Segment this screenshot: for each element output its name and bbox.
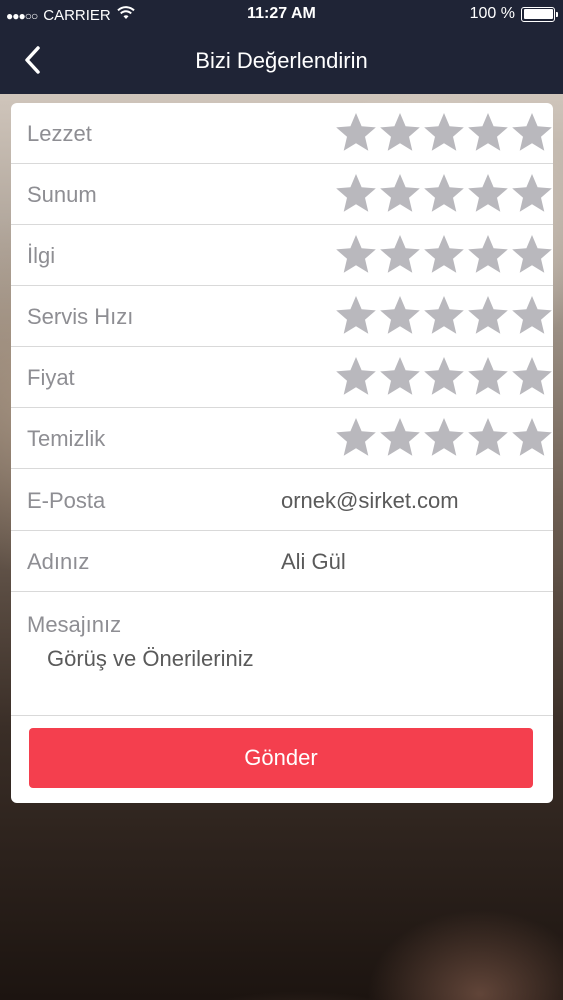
email-row[interactable]: E-Posta ornek@sirket.com [11,470,553,531]
name-field[interactable]: Ali Gül [281,549,346,575]
star-icon[interactable] [510,353,553,399]
star-icon[interactable] [422,414,466,460]
battery-percentage: 100 % [469,5,515,22]
star-icon[interactable] [422,170,466,216]
email-label: E-Posta [27,488,106,513]
star-rating[interactable] [334,292,553,340]
name-label: Adınız [27,549,90,574]
star-rating[interactable] [334,231,553,279]
star-icon[interactable] [510,292,553,338]
page-title: Bizi Değerlendirin [195,48,368,73]
star-rating[interactable] [334,109,553,157]
message-field[interactable]: Görüş ve Önerileriniz [47,646,254,672]
email-field[interactable]: ornek@sirket.com [281,488,459,514]
battery-icon [521,6,558,22]
status-right: 100 % [469,5,558,23]
star-icon[interactable] [510,109,553,155]
rating-label: Fiyat [27,365,75,390]
message-label: Mesajınız [27,612,122,637]
rating-row: İlgi [11,225,553,286]
star-icon[interactable] [334,292,378,338]
star-icon[interactable] [510,231,553,277]
star-icon[interactable] [422,231,466,277]
send-button[interactable]: Gönder [29,728,533,788]
star-icon[interactable] [422,353,466,399]
rating-label: Sunum [27,182,97,207]
star-icon[interactable] [466,170,510,216]
star-icon[interactable] [334,414,378,460]
star-icon[interactable] [510,414,553,460]
star-icon[interactable] [466,231,510,277]
star-icon[interactable] [466,109,510,155]
name-row[interactable]: Adınız Ali Gül [11,531,553,592]
star-icon[interactable] [466,292,510,338]
star-icon[interactable] [378,292,422,338]
rating-row: Temizlik [11,408,553,469]
star-icon[interactable] [334,109,378,155]
star-icon[interactable] [466,414,510,460]
star-icon[interactable] [510,170,553,216]
star-icon[interactable] [334,231,378,277]
rating-label: Servis Hızı [27,304,134,329]
star-icon[interactable] [334,353,378,399]
star-icon[interactable] [422,109,466,155]
battery-level [523,9,553,19]
rating-row: Fiyat [11,347,553,408]
rating-row: Sunum [11,164,553,225]
rating-label: Lezzet [27,121,92,146]
star-icon[interactable] [378,109,422,155]
star-rating[interactable] [334,414,553,462]
star-icon[interactable] [378,414,422,460]
star-rating[interactable] [334,353,553,401]
rating-row: Lezzet [11,103,553,164]
star-icon[interactable] [334,170,378,216]
rating-row: Servis Hızı [11,286,553,347]
star-icon[interactable] [378,353,422,399]
status-bar: ●●●○○ CARRIER 11:27 AM 100 % [0,0,563,28]
rating-label: Temizlik [27,426,106,451]
message-row[interactable]: Mesajınız Görüş ve Önerileriniz [11,592,553,716]
star-icon[interactable] [378,170,422,216]
star-icon[interactable] [466,353,510,399]
rating-label: İlgi [27,243,56,268]
star-icon[interactable] [378,231,422,277]
navigation-bar: Bizi Değerlendirin [0,28,563,94]
star-icon[interactable] [422,292,466,338]
rating-form-card: Lezzet Sunum İlgi Servis Hızı Fiyat Temizlik … [11,103,553,803]
star-rating[interactable] [334,170,553,218]
